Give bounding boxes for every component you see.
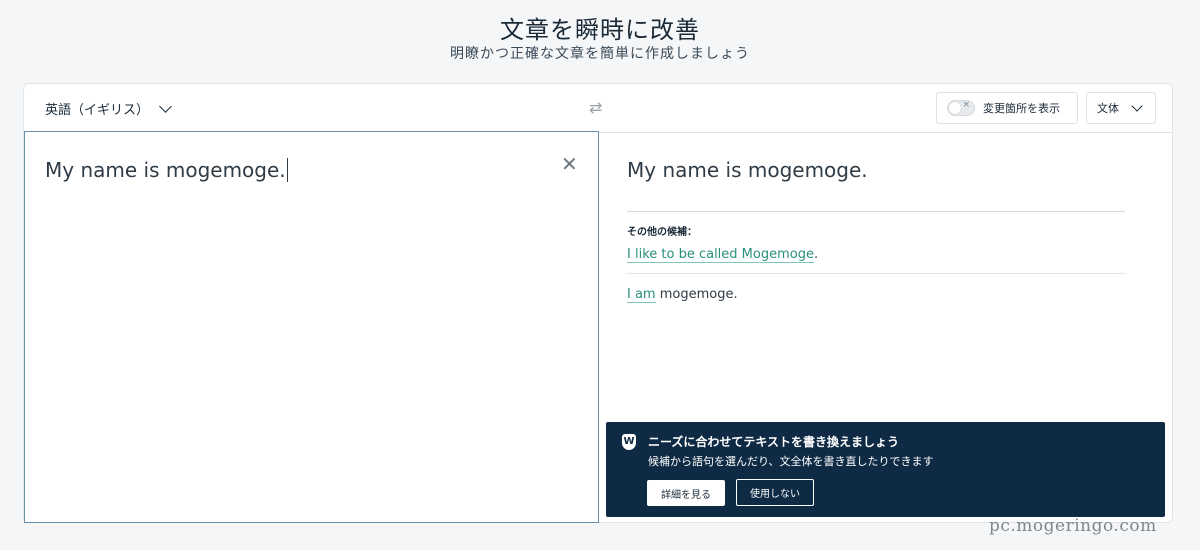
swap-icon[interactable]: ⇄ [589, 98, 602, 117]
alternative-highlight: I am [627, 287, 656, 303]
style-label: 文体 [1097, 102, 1119, 115]
w-logo-icon: W [622, 434, 636, 450]
input-text: My name is mogemoge. [45, 158, 286, 182]
alternative-highlight: I like to be called Mogemoge [627, 247, 814, 263]
divider [627, 273, 1125, 274]
tip-banner: W ニーズに合わせてテキストを書き換えましょう 候補から語句を選んだり、文全体を… [606, 422, 1165, 517]
watermark: pc.mogeringo.com [989, 516, 1157, 536]
show-changes-toggle-button[interactable]: × 変更箇所を表示 [936, 92, 1078, 124]
toolbar: 英語（イギリス） ⇄ × 変更箇所を表示 文体 [24, 84, 1172, 133]
alternative-candidate[interactable]: I like to be called Mogemoge. [627, 247, 819, 263]
other-candidates-label: その他の候補： [627, 227, 697, 238]
divider [627, 211, 1125, 212]
toggle-switch[interactable]: × [947, 100, 975, 116]
banner-description: 候補から語句を選んだり、文全体を書き直したりできます [648, 455, 934, 468]
alternative-rest: . [813, 247, 819, 262]
input-pane[interactable]: My name is mogemoge. ✕ [24, 131, 599, 523]
details-button[interactable]: 詳細を見る [647, 480, 725, 506]
chevron-down-icon [159, 100, 172, 113]
input-textarea[interactable]: My name is mogemoge. [45, 157, 288, 182]
text-cursor [286, 157, 288, 182]
toggle-knob [949, 102, 961, 114]
dismiss-button[interactable]: 使用しない [736, 479, 814, 506]
language-selector[interactable]: 英語（イギリス） [45, 99, 172, 118]
clear-icon[interactable]: ✕ [561, 152, 578, 176]
banner-title: ニーズに合わせてテキストを書き換えましょう [648, 435, 900, 449]
page-subtitle: 明瞭かつ正確な文章を簡単に作成しましょう [450, 46, 750, 62]
style-dropdown[interactable]: 文体 [1086, 92, 1156, 124]
close-icon: × [962, 100, 970, 110]
language-label: 英語（イギリス） [45, 103, 150, 118]
output-text[interactable]: My name is mogemoge. [627, 158, 868, 182]
page-title: 文章を瞬時に改善 [500, 16, 700, 44]
alternative-rest: mogemoge. [655, 287, 738, 302]
show-changes-label: 変更箇所を表示 [983, 102, 1060, 115]
alternative-candidate[interactable]: I am mogemoge. [627, 287, 738, 303]
chevron-down-icon [1131, 100, 1143, 112]
